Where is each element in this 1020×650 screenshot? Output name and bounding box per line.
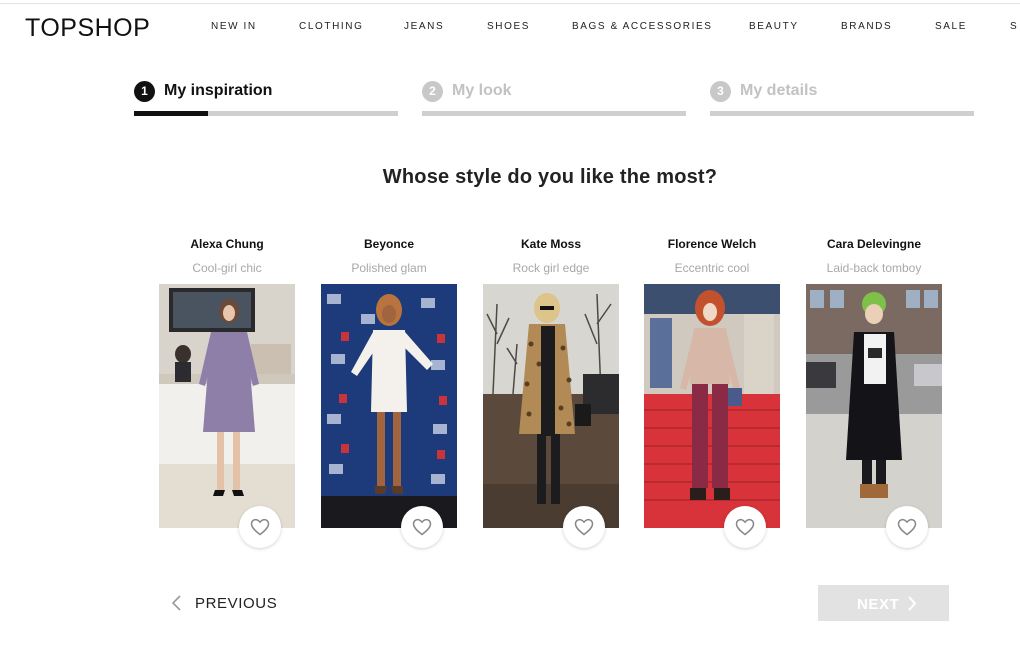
heart-outline-icon	[250, 518, 270, 536]
like-button[interactable]	[724, 506, 766, 548]
previous-button[interactable]: PREVIOUS	[170, 590, 290, 616]
photo-kate-moss	[483, 284, 619, 528]
like-button[interactable]	[239, 506, 281, 548]
nav-item-new-in[interactable]: NEW IN	[211, 21, 257, 32]
style-card-florence-welch[interactable]: Florence Welch Eccentric cool	[644, 234, 780, 550]
main-nav: NEW IN CLOTHING JEANS SHOES BAGS & ACCES…	[0, 21, 1020, 35]
step-label: My inspiration	[164, 82, 273, 99]
card-photo[interactable]	[806, 284, 942, 528]
nav-item-jeans[interactable]: JEANS	[404, 21, 444, 32]
step-progress-bar	[422, 111, 686, 116]
card-name: Beyonce	[363, 237, 415, 251]
nav-item-sale[interactable]: SALE	[935, 21, 967, 32]
photo-beyonce	[321, 284, 457, 528]
next-button[interactable]: NEXT	[818, 585, 949, 621]
step-progress-bar	[710, 111, 974, 116]
step-number-badge: 1	[134, 81, 155, 102]
heart-outline-icon	[897, 518, 917, 536]
card-photo[interactable]	[644, 284, 780, 528]
step-number-badge: 2	[422, 81, 443, 102]
step-label: My look	[452, 82, 512, 99]
card-name: Florence Welch	[667, 237, 757, 251]
card-photo[interactable]	[159, 284, 295, 528]
nav-item-beauty[interactable]: BEAUTY	[749, 21, 799, 32]
next-label: NEXT	[857, 596, 900, 613]
style-question-heading: Whose style do you like the most?	[382, 166, 718, 188]
card-description: Eccentric cool	[674, 261, 750, 275]
card-description: Cool-girl chic	[192, 261, 262, 275]
nav-item-brands[interactable]: BRANDS	[841, 21, 892, 32]
heart-outline-icon	[735, 518, 755, 536]
step-progress-bar	[134, 111, 398, 116]
step-my-inspiration[interactable]: 1 My inspiration	[134, 78, 398, 118]
card-description: Rock girl edge	[512, 261, 590, 275]
like-button[interactable]	[401, 506, 443, 548]
nav-item-shoes[interactable]: SHOES	[487, 21, 530, 32]
photo-florence-welch	[644, 284, 780, 528]
chevron-left-icon	[171, 595, 181, 611]
previous-label: PREVIOUS	[195, 595, 278, 612]
card-name: Alexa Chung	[190, 237, 264, 251]
card-description: Laid-back tomboy	[826, 261, 922, 275]
style-card-kate-moss[interactable]: Kate Moss Rock girl edge	[483, 234, 619, 550]
card-description: Polished glam	[351, 261, 427, 275]
nav-item-truncated[interactable]: S	[1010, 21, 1018, 32]
style-card-alexa-chung[interactable]: Alexa Chung Cool-girl chic	[159, 234, 295, 550]
card-photo[interactable]	[321, 284, 457, 528]
nav-item-clothing[interactable]: CLOTHING	[299, 21, 363, 32]
step-progress-fill	[134, 111, 208, 116]
style-card-beyonce[interactable]: Beyonce Polished glam	[321, 234, 457, 550]
card-name: Cara Delevingne	[826, 237, 922, 251]
like-button[interactable]	[886, 506, 928, 548]
progress-steps: 1 My inspiration 2 My look 3 My details	[0, 78, 1020, 120]
site-header: TOPSHOP NEW IN CLOTHING JEANS SHOES BAGS…	[0, 4, 1020, 50]
chevron-right-icon	[908, 596, 917, 611]
step-number-badge: 3	[710, 81, 731, 102]
step-my-details[interactable]: 3 My details	[710, 78, 974, 118]
heart-outline-icon	[412, 518, 432, 536]
step-label: My details	[740, 82, 818, 99]
card-photo[interactable]	[483, 284, 619, 528]
card-name: Kate Moss	[520, 237, 582, 251]
photo-alexa-chung	[159, 284, 295, 528]
photo-cara-delevingne	[806, 284, 942, 528]
style-card-cara-delevingne[interactable]: Cara Delevingne Laid-back tomboy	[806, 234, 942, 550]
nav-item-bags-accessories[interactable]: BAGS & ACCESSORIES	[572, 21, 713, 32]
step-my-look[interactable]: 2 My look	[422, 78, 686, 118]
like-button[interactable]	[563, 506, 605, 548]
heart-outline-icon	[574, 518, 594, 536]
